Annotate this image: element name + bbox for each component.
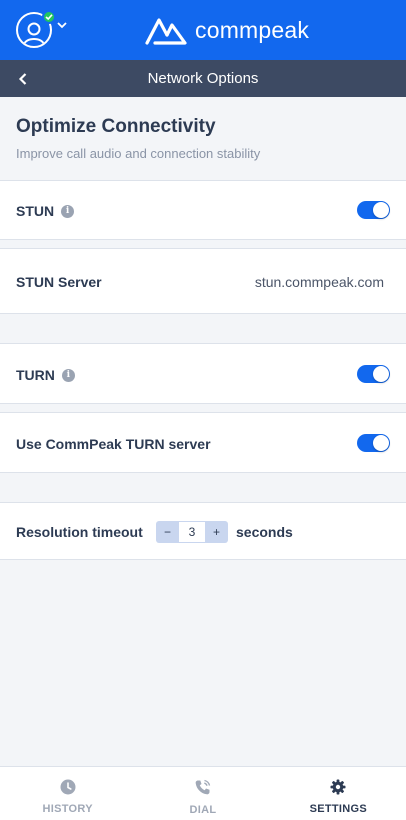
page-header: Network Options bbox=[0, 60, 406, 97]
stun-server-value[interactable]: stun.commpeak.com bbox=[255, 274, 384, 290]
nav-item-history[interactable]: HISTORY bbox=[0, 767, 135, 820]
stun-toggle[interactable] bbox=[357, 201, 390, 219]
online-status-icon bbox=[42, 10, 56, 24]
stun-server-label: STUN Server bbox=[16, 274, 102, 290]
intro-section: Optimize Connectivity Improve call audio… bbox=[0, 97, 406, 180]
info-icon[interactable]: i bbox=[61, 204, 75, 218]
decrement-button[interactable]: − bbox=[156, 521, 179, 543]
top-bar: commpeak bbox=[0, 0, 406, 60]
page-title: Network Options bbox=[147, 70, 259, 87]
info-icon[interactable]: i bbox=[61, 368, 75, 382]
resolution-timeout-row: Resolution timeout − 3 + seconds bbox=[0, 502, 406, 560]
use-turn-server-label: Use CommPeak TURN server bbox=[16, 436, 211, 452]
resolution-timeout-label: Resolution timeout bbox=[16, 524, 143, 540]
nav-item-dial[interactable]: DIAL bbox=[135, 767, 270, 820]
turn-label: TURN bbox=[16, 367, 55, 383]
bottom-nav: HISTORY DIAL SETTINGS bbox=[0, 766, 406, 820]
user-avatar-button[interactable] bbox=[16, 10, 56, 48]
gear-icon bbox=[330, 779, 346, 795]
clock-icon bbox=[60, 779, 76, 795]
section-subtitle: Improve call audio and connection stabil… bbox=[16, 146, 261, 161]
increment-button[interactable]: + bbox=[205, 521, 228, 543]
timeout-value-input[interactable]: 3 bbox=[179, 521, 205, 543]
use-turn-server-toggle[interactable] bbox=[357, 434, 390, 452]
timeout-unit-label: seconds bbox=[236, 524, 293, 540]
stun-server-row: STUN Server stun.commpeak.com bbox=[0, 248, 406, 314]
nav-item-settings[interactable]: SETTINGS bbox=[271, 767, 406, 820]
stun-label: STUN bbox=[16, 203, 55, 219]
section-title: Optimize Connectivity bbox=[16, 116, 216, 137]
resolution-timeout-stepper: − 3 + bbox=[156, 521, 228, 543]
nav-label-history: HISTORY bbox=[42, 803, 93, 815]
nav-label-settings: SETTINGS bbox=[309, 803, 368, 815]
stun-row: STUN i bbox=[0, 180, 406, 240]
brand-name: commpeak bbox=[195, 16, 310, 43]
chevron-down-icon[interactable] bbox=[57, 22, 67, 29]
turn-row: TURN i bbox=[0, 343, 406, 404]
nav-label-dial: DIAL bbox=[189, 804, 217, 816]
phone-icon bbox=[195, 779, 211, 795]
brand-logo: commpeak bbox=[145, 13, 309, 47]
turn-toggle[interactable] bbox=[357, 365, 390, 383]
use-turn-server-row: Use CommPeak TURN server bbox=[0, 412, 406, 473]
commpeak-logo-icon bbox=[145, 18, 187, 45]
